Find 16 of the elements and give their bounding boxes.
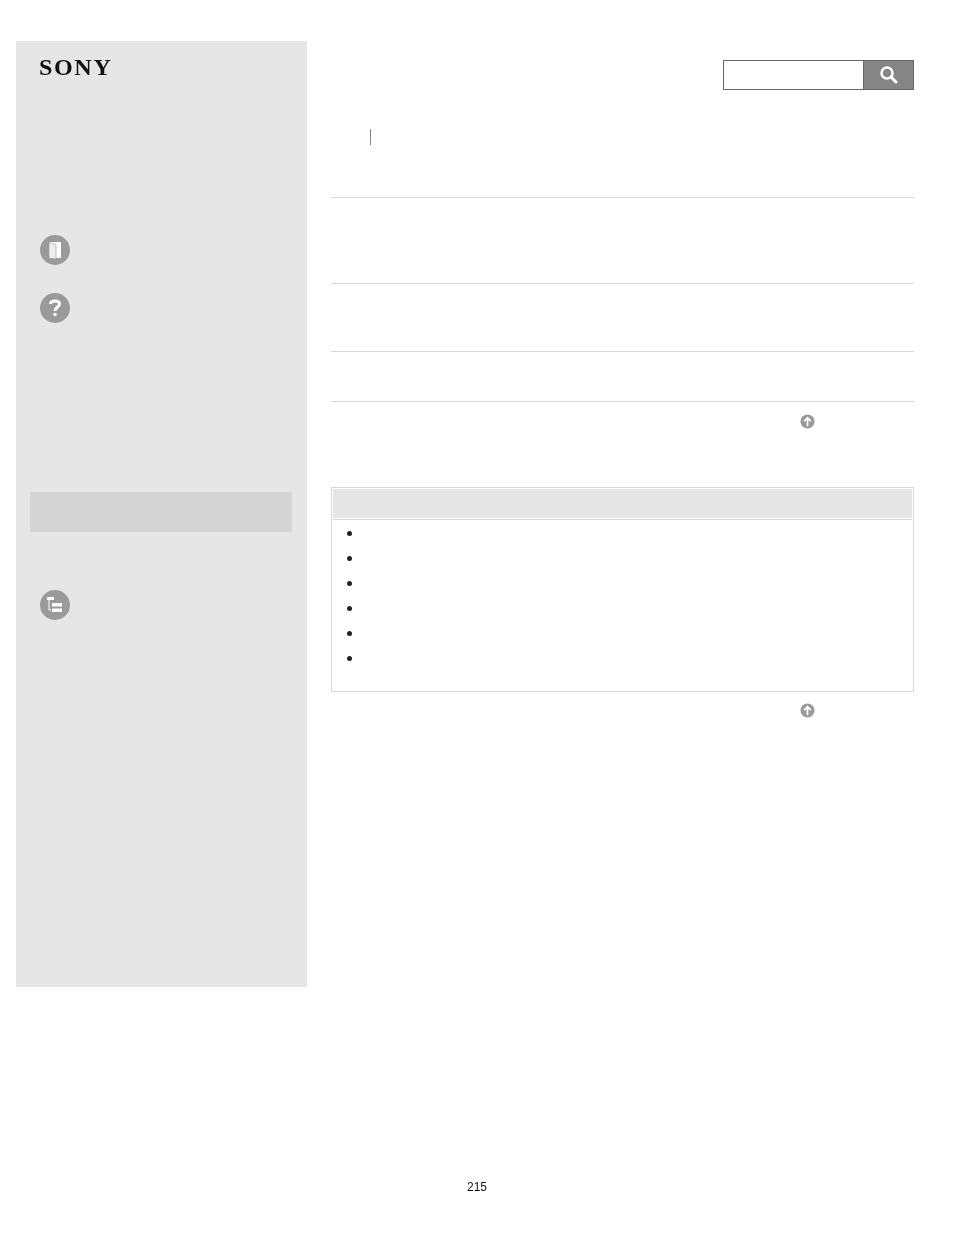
- logo: SONY: [39, 56, 113, 79]
- page-number: 215: [467, 1180, 487, 1194]
- bullet-dot: [347, 581, 352, 586]
- book-icon[interactable]: [39, 234, 71, 266]
- bullet-dot: [347, 606, 352, 611]
- bullet-dot: [347, 531, 352, 536]
- search-icon: [878, 65, 899, 85]
- bullet-dot: [347, 656, 352, 661]
- tree-icon[interactable]: [39, 589, 71, 621]
- bullet-dot: [347, 631, 352, 636]
- back-to-top-icon[interactable]: [800, 414, 815, 429]
- bullet-dot: [347, 556, 352, 561]
- back-to-top-icon[interactable]: [800, 703, 815, 718]
- search-field[interactable]: [723, 60, 863, 90]
- search-button[interactable]: [863, 60, 914, 90]
- help-icon[interactable]: [39, 292, 71, 324]
